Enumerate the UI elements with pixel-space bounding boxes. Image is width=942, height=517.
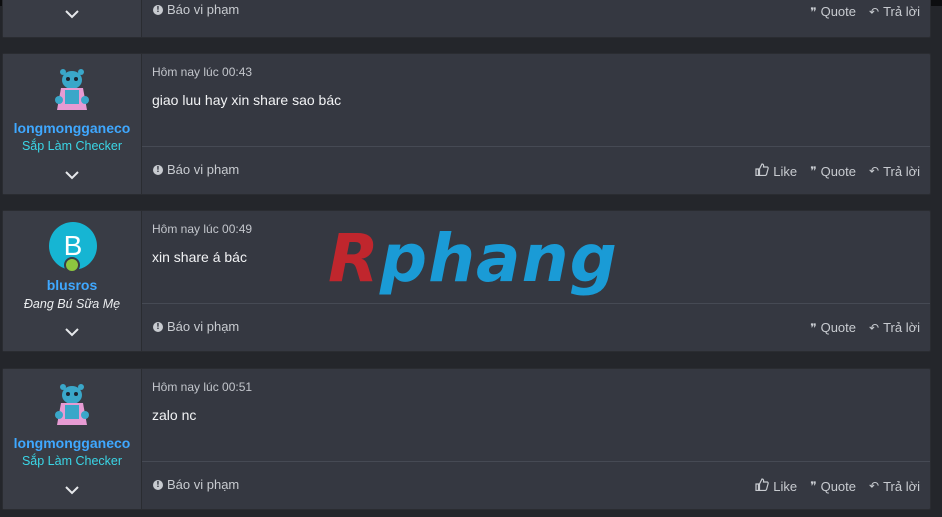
reply-label: Trả lời <box>883 478 920 494</box>
post-actions: Like ❞ Quote ↶ Trả lời <box>755 163 920 179</box>
username[interactable]: blusros <box>3 277 141 293</box>
quote-label: Quote <box>820 320 856 335</box>
user-cell <box>3 0 142 37</box>
chevron-down-icon[interactable] <box>3 328 141 337</box>
post-actions: ❞ Quote ↶ Trả lời <box>810 4 920 19</box>
chevron-down-icon[interactable] <box>3 171 141 180</box>
avatar[interactable] <box>53 383 91 432</box>
thumbs-up-icon <box>755 163 770 179</box>
info-icon: ! <box>153 4 163 15</box>
chevron-down-icon[interactable] <box>3 486 141 495</box>
post-main: Hôm nay lúc 00:51 zalo nc ! Báo vi phạm … <box>142 369 930 509</box>
user-cell: B blusros Đang Bú Sữa Mẹ <box>3 211 142 351</box>
reply-icon: ↶ <box>869 4 880 19</box>
post-footer: ! Báo vi phạm ❞ Quote ↶ Trả lời <box>142 303 930 351</box>
post-body: zalo nc <box>152 407 197 423</box>
watermark-text: phang <box>379 220 618 297</box>
quote-button[interactable]: ❞ Quote <box>810 478 856 494</box>
user-cell: longmongganeco Sắp Làm Checker <box>3 54 142 194</box>
report-link[interactable]: ! Báo vi phạm <box>153 162 239 177</box>
report-link[interactable]: ! Báo vi phạm <box>153 319 239 334</box>
like-button[interactable]: Like <box>755 163 797 179</box>
quote-icon: ❞ <box>810 479 817 493</box>
post-actions: ❞ Quote ↶ Trả lời <box>810 320 920 335</box>
watermark-logo: Rphang <box>328 220 618 297</box>
report-link[interactable]: ! Báo vi phạm <box>153 2 239 17</box>
post: longmongganeco Sắp Làm Checker Hôm nay l… <box>2 368 931 510</box>
user-title: Đang Bú Sữa Mẹ <box>23 297 121 311</box>
like-button[interactable]: Like <box>755 478 797 494</box>
reply-button[interactable]: ↶ Trả lời <box>869 478 920 494</box>
post-body: xin share á bác <box>152 249 247 265</box>
post-main: Hôm nay lúc 00:43 giao luu hay xin share… <box>142 54 930 194</box>
like-label: Like <box>773 478 798 494</box>
post-time[interactable]: Hôm nay lúc 00:43 <box>152 65 252 79</box>
quote-label: Quote <box>820 4 856 19</box>
quote-icon: ❞ <box>810 320 817 335</box>
post-footer: ! Báo vi phạm Like ❞ Quote ↶ Trả lời <box>142 146 930 194</box>
online-status-icon <box>64 257 80 273</box>
user-cell: longmongganeco Sắp Làm Checker <box>3 369 142 509</box>
post-partial: ! Báo vi phạm ❞ Quote ↶ Trả lời <box>2 0 931 38</box>
report-link[interactable]: ! Báo vi phạm <box>153 477 239 492</box>
chevron-down-icon[interactable] <box>3 10 141 19</box>
post-actions: Like ❞ Quote ↶ Trả lời <box>755 478 920 494</box>
report-label: Báo vi phạm <box>167 319 240 334</box>
post: longmongganeco Sắp Làm Checker Hôm nay l… <box>2 53 931 195</box>
reply-label: Trả lời <box>883 4 920 19</box>
post-time[interactable]: Hôm nay lúc 00:51 <box>152 380 252 394</box>
quote-button[interactable]: ❞ Quote <box>810 320 856 335</box>
thumbs-up-icon <box>755 478 770 494</box>
post-time[interactable]: Hôm nay lúc 00:49 <box>152 222 252 236</box>
post-footer: ! Báo vi phạm ❞ Quote ↶ Trả lời <box>142 0 930 37</box>
quote-label: Quote <box>820 163 856 179</box>
username[interactable]: longmongganeco <box>3 120 141 136</box>
reply-label: Trả lời <box>883 163 920 179</box>
quote-button[interactable]: ❞ Quote <box>810 163 856 179</box>
report-label: Báo vi phạm <box>167 477 240 492</box>
reply-button[interactable]: ↶ Trả lời <box>869 4 920 19</box>
quote-icon: ❞ <box>810 164 817 178</box>
avatar[interactable] <box>53 68 91 117</box>
quote-button[interactable]: ❞ Quote <box>810 4 856 19</box>
quote-icon: ❞ <box>810 4 817 19</box>
quote-label: Quote <box>820 478 856 494</box>
report-label: Báo vi phạm <box>167 162 240 177</box>
watermark-initial: R <box>328 220 380 297</box>
reply-icon: ↶ <box>869 164 880 178</box>
reply-label: Trả lời <box>883 320 920 335</box>
reply-button[interactable]: ↶ Trả lời <box>869 320 920 335</box>
report-label: Báo vi phạm <box>167 2 240 17</box>
post-main: ! Báo vi phạm ❞ Quote ↶ Trả lời <box>142 0 930 37</box>
info-icon: ! <box>153 479 163 490</box>
info-icon: ! <box>153 321 163 332</box>
post-footer: ! Báo vi phạm Like ❞ Quote ↶ Trả lời <box>142 461 930 509</box>
reply-icon: ↶ <box>869 479 880 493</box>
reply-icon: ↶ <box>869 320 880 335</box>
like-label: Like <box>773 163 798 179</box>
user-title: Sắp Làm Checker <box>21 454 123 468</box>
user-title: Sắp Làm Checker <box>21 139 123 153</box>
username[interactable]: longmongganeco <box>3 435 141 451</box>
reply-button[interactable]: ↶ Trả lời <box>869 163 920 179</box>
post-body: giao luu hay xin share sao bác <box>152 92 342 108</box>
info-icon: ! <box>153 164 163 175</box>
